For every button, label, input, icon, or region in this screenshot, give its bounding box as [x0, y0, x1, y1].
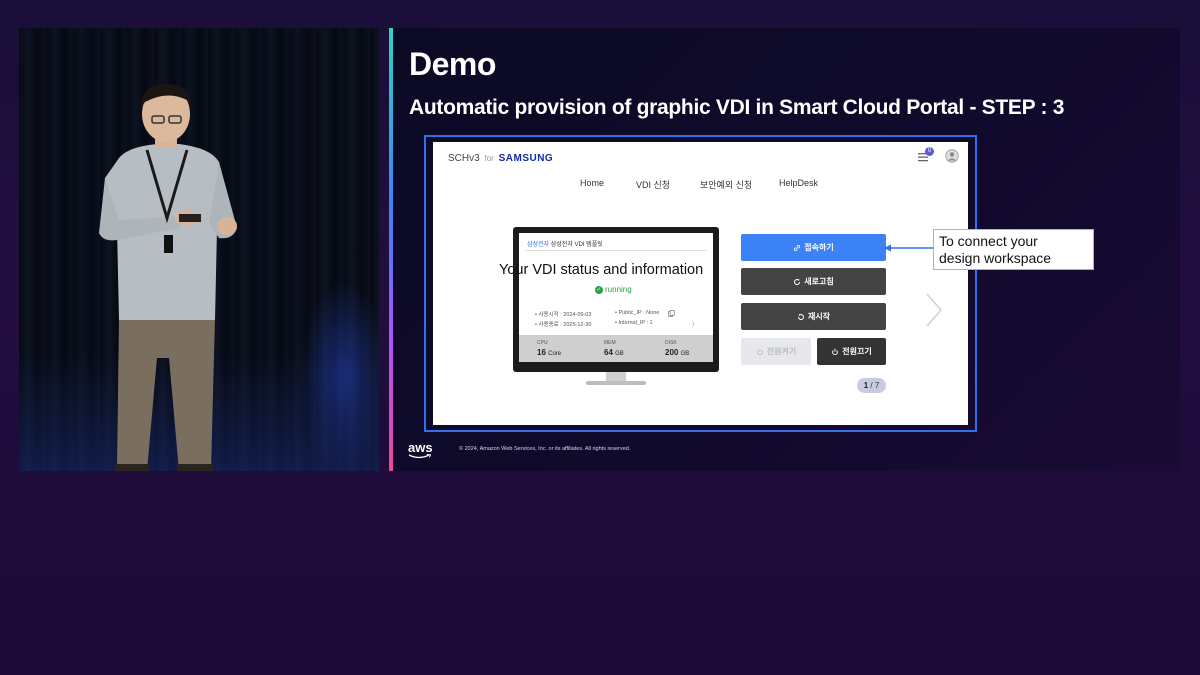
vdi-monitor-card: 삼성전자 삼성전자 VDI 템플릿 ✓ running • 사용시작 : 2024… — [513, 227, 719, 385]
refresh-icon — [794, 278, 801, 285]
nav-security-exception[interactable]: 보안예외 신청 — [700, 178, 752, 191]
portal-brand-logo[interactable]: SCHv3 for SAMSUNG — [448, 153, 553, 164]
notification-badge: 0 — [925, 147, 934, 156]
nav-helpdesk[interactable]: HelpDesk — [779, 178, 818, 188]
status-running: ✓ running — [595, 285, 632, 294]
brand-sch: SCHv3 — [448, 153, 480, 164]
power-off-label: 전원끄기 — [842, 347, 872, 356]
notification-button[interactable]: 0 — [917, 147, 934, 164]
power-icon — [756, 348, 763, 355]
status-text: running — [605, 285, 632, 294]
restart-icon — [797, 313, 804, 320]
connect-button[interactable]: 접속하기 — [741, 234, 886, 261]
stat-disk-label: DISK — [665, 340, 677, 346]
stat-mem-label: MEM — [604, 340, 616, 346]
refresh-button[interactable]: 새로고침 — [741, 268, 886, 295]
vdi-card-title: 삼성전자 VDI 템플릿 — [550, 242, 603, 248]
monitor-base — [586, 381, 646, 385]
restart-button[interactable]: 재시작 — [741, 303, 886, 330]
user-icon[interactable] — [945, 149, 959, 163]
start-date: • 사용시작 : 2024-09-03 — [535, 312, 592, 318]
slide-title: Demo — [409, 46, 496, 82]
brand-samsung: SAMSUNG — [498, 153, 554, 164]
restart-button-label: 재시작 — [807, 312, 831, 321]
callout-line-1: To connect your — [939, 233, 1038, 249]
link-icon — [794, 244, 801, 251]
power-icon — [832, 348, 839, 355]
speaker-figure — [99, 84, 237, 471]
end-date: • 사용종료 : 2025-12-30 — [535, 322, 592, 328]
chevron-right-icon[interactable] — [925, 292, 943, 328]
stat-cpu-label: CPU — [537, 340, 548, 346]
aws-logo: aws — [408, 440, 433, 455]
copy-icon[interactable] — [668, 310, 675, 317]
brand-for: for — [484, 154, 494, 163]
speaker-video — [19, 28, 379, 471]
refresh-button-label: 새로고침 — [804, 277, 834, 286]
demo-screenshot-frame: SCHv3 for SAMSUNG 0 Home VDI 신청 보안예외 신청 … — [424, 135, 977, 432]
connect-button-label: 접속하기 — [804, 243, 834, 252]
aws-smile-icon — [408, 454, 432, 459]
smart-cloud-portal: SCHv3 for SAMSUNG 0 Home VDI 신청 보안예외 신청 … — [433, 142, 968, 425]
presentation-slide: Demo Automatic provision of graphic VDI … — [389, 28, 1180, 471]
resource-stats: CPU 16 Core MEM 64 GB DISK 200 GB — [519, 335, 713, 362]
copyright-text: © 2024, Amazon Web Services, Inc. or its… — [459, 446, 631, 452]
divider — [525, 250, 707, 251]
pagination[interactable]: 1 / 7 — [857, 378, 886, 393]
chevron-small-icon[interactable]: 〉 — [692, 320, 698, 328]
vdi-card-header: 삼성전자 삼성전자 VDI 템플릿 — [527, 239, 603, 248]
vdi-status-overlay-label: Your VDI status and information — [499, 262, 704, 278]
check-icon: ✓ — [595, 285, 603, 294]
stat-mem-value: 64 GB — [604, 348, 624, 357]
slide-subtitle: Automatic provision of graphic VDI in Sm… — [409, 96, 1065, 119]
nav-vdi-request[interactable]: VDI 신청 — [636, 178, 670, 191]
nav-home[interactable]: Home — [580, 178, 604, 188]
pager-current: 1 — [863, 381, 869, 390]
portal-topbar: SCHv3 for SAMSUNG 0 — [433, 142, 968, 172]
callout-arrow — [884, 244, 934, 252]
pager-total: / 7 — [870, 381, 880, 390]
slide-accent-bar — [389, 28, 393, 471]
monitor-screen: 삼성전자 삼성전자 VDI 템플릿 ✓ running • 사용시작 : 2024… — [519, 233, 713, 362]
stat-disk-value: 200 GB — [665, 348, 690, 357]
power-off-button[interactable]: 전원끄기 — [817, 338, 886, 365]
vdi-card-brand: 삼성전자 — [527, 242, 550, 248]
public-ip: • Public_IP : None — [615, 310, 660, 316]
stat-cpu-value: 16 Core — [537, 348, 562, 357]
callout-line-2: design workspace — [939, 250, 1052, 266]
power-on-button[interactable]: 전원켜기 — [741, 338, 811, 365]
callout-box: To connect your design workspace — [933, 229, 1094, 270]
power-on-label: 전원켜기 — [766, 347, 797, 356]
portal-nav: Home VDI 신청 보안예외 신청 HelpDesk — [433, 178, 968, 194]
internal-ip: • Internal_IP : 1 — [615, 320, 653, 326]
